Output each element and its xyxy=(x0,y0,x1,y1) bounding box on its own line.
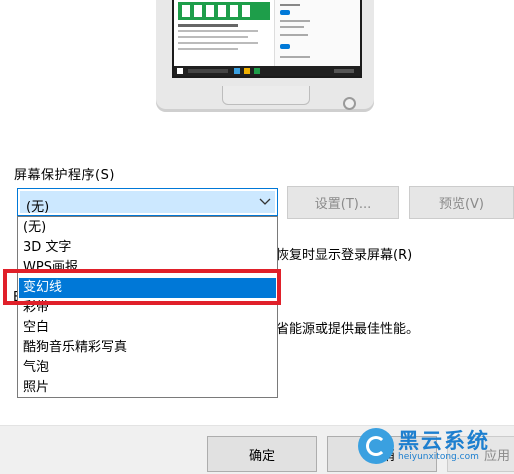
watermark-title: 黑云系统 xyxy=(398,429,490,453)
dropdown-item-blank[interactable]: 空白 xyxy=(19,318,276,338)
resume-login-text: 恢复时显示登录屏幕(R) xyxy=(276,248,413,263)
screensaver-group-label: 屏幕保护程序(S) xyxy=(14,168,115,183)
watermark-logo-icon xyxy=(358,428,394,464)
monitor-stand xyxy=(222,86,310,105)
dropdown-item-bubbles[interactable]: 气泡 xyxy=(19,358,276,378)
dropdown-item-kugou[interactable]: 酷狗音乐精彩写真 xyxy=(19,338,276,358)
screen-preview xyxy=(172,0,362,78)
power-button-icon xyxy=(343,97,356,110)
dropdown-item-none[interactable]: (无) xyxy=(19,218,276,238)
dropdown-item-photos[interactable]: 照片 xyxy=(19,378,276,398)
preview-button[interactable]: 预览(V) xyxy=(409,186,514,219)
dropdown-item-3d-text[interactable]: 3D 文字 xyxy=(19,238,276,258)
ok-button[interactable]: 确定 xyxy=(207,436,317,472)
red-highlight-box xyxy=(3,269,281,305)
combobox-selected-value: (无) xyxy=(26,200,50,215)
chevron-down-icon xyxy=(259,198,271,205)
watermark-url: heiyunxitong.com xyxy=(398,452,479,462)
power-settings-text: 省能源或提供最佳性能。 xyxy=(276,322,420,337)
screensaver-dropdown-list: (无) 3D 文字 WPS画报 变幻线 彩带 空白 酷狗音乐精彩写真 气泡 照片 xyxy=(17,216,278,398)
settings-button[interactable]: 设置(T)... xyxy=(287,186,399,219)
screensaver-combobox[interactable]: (无) xyxy=(17,188,278,216)
